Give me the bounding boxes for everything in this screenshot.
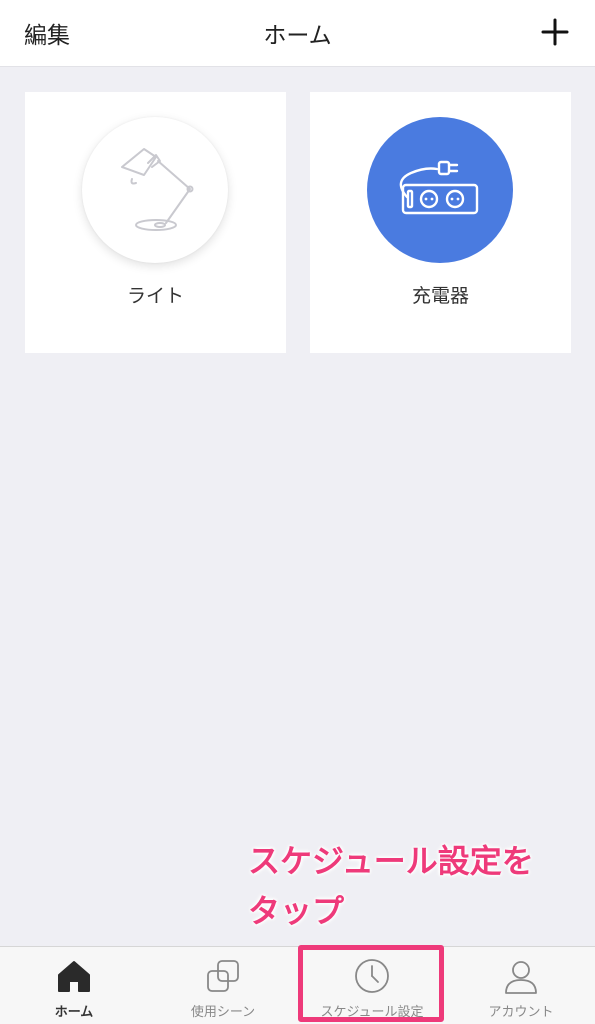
home-icon xyxy=(58,961,90,992)
clock-icon xyxy=(355,959,389,993)
device-icon-circle xyxy=(82,117,228,263)
tab-label: スケジュール設定 xyxy=(320,1005,424,1020)
add-button[interactable] xyxy=(539,14,571,50)
nav-header: 編集 ホーム xyxy=(0,0,595,67)
tab-home[interactable]: ホーム xyxy=(0,947,148,1024)
device-grid: ライト 充電器 xyxy=(25,92,571,353)
edit-button[interactable]: 編集 xyxy=(24,16,70,50)
tab-schedule[interactable]: スケジュール設定 xyxy=(298,947,446,1024)
person-icon xyxy=(505,961,537,994)
device-icon-circle xyxy=(367,117,513,263)
desk-lamp-icon xyxy=(121,148,194,231)
plus-icon xyxy=(541,18,569,46)
app-screen: 編集 ホーム ライト 充電器 スケジュール設定を タップ ホーム 使用シーン ス… xyxy=(0,0,595,1024)
tab-label: 使用シーン xyxy=(190,1005,256,1020)
tab-scene[interactable]: 使用シーン xyxy=(149,947,297,1024)
tab-bar: ホーム 使用シーン スケジュール設定 アカウント xyxy=(0,946,595,1024)
tab-label: アカウント xyxy=(488,1005,554,1020)
device-label: 充電器 xyxy=(411,285,469,307)
device-label: ライト xyxy=(126,285,184,307)
annotation-line-2: タップ xyxy=(248,892,345,930)
tab-label: ホーム xyxy=(54,1005,94,1020)
power-strip-icon xyxy=(399,160,479,215)
page-title: ホーム xyxy=(263,23,332,49)
annotation-line-1: スケジュール設定を xyxy=(248,842,534,880)
device-card-charger[interactable]: 充電器 xyxy=(310,92,571,353)
tab-account[interactable]: アカウント xyxy=(447,947,595,1024)
scene-icon xyxy=(207,960,239,992)
tutorial-annotation: スケジュール設定を タップ xyxy=(248,836,588,936)
device-card-light[interactable]: ライト xyxy=(25,92,286,353)
